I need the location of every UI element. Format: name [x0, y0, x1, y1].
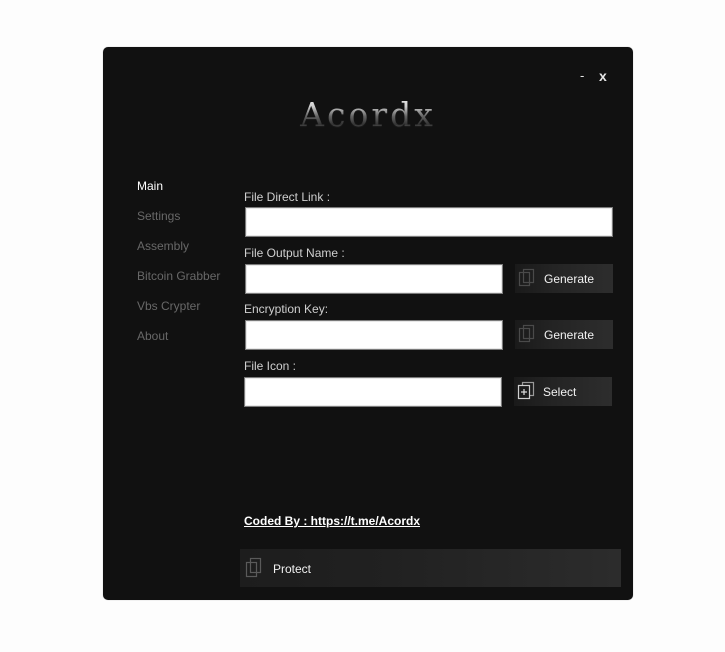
output-name-label: File Output Name : [244, 246, 345, 260]
output-name-input[interactable] [245, 264, 503, 294]
add-file-icon [517, 381, 535, 400]
select-icon-button-label: Select [543, 385, 577, 399]
protect-button[interactable]: Protect [240, 549, 621, 587]
nav-item-about[interactable]: About [137, 329, 220, 359]
nav-item-assembly[interactable]: Assembly [137, 239, 220, 269]
generate-key-button-label: Generate [544, 328, 595, 342]
file-icon-label: File Icon : [244, 359, 297, 373]
minimize-button[interactable]: - [580, 69, 584, 83]
generate-key-button[interactable]: Generate [515, 320, 613, 349]
file-icon-input[interactable] [244, 377, 502, 407]
direct-link-input[interactable] [245, 207, 613, 237]
protect-button-label: Protect [273, 562, 312, 576]
app-logo: Acordx [103, 95, 633, 134]
select-icon-button[interactable]: Select [514, 377, 612, 406]
copy-icon [518, 324, 535, 343]
nav-item-vbs-crypter[interactable]: Vbs Crypter [137, 299, 220, 329]
copy-icon [518, 268, 535, 287]
nav-item-bitcoin-grabber[interactable]: Bitcoin Grabber [137, 269, 220, 299]
credit-link[interactable]: Coded By : https://t.me/Acordx [244, 514, 420, 528]
encryption-key-input[interactable] [245, 320, 503, 350]
encryption-key-label: Encryption Key: [244, 302, 329, 316]
app-window: - x Acordx Main Settings Assembly Bitcoi… [103, 47, 633, 600]
direct-link-label: File Direct Link : [244, 190, 331, 204]
generate-name-button-label: Generate [544, 272, 595, 286]
nav-item-main[interactable]: Main [137, 179, 220, 209]
sidebar-nav: Main Settings Assembly Bitcoin Grabber V… [137, 179, 220, 359]
generate-name-button[interactable]: Generate [515, 264, 613, 293]
nav-item-settings[interactable]: Settings [137, 209, 220, 239]
close-button[interactable]: x [599, 69, 607, 83]
copy-icon [245, 557, 262, 578]
